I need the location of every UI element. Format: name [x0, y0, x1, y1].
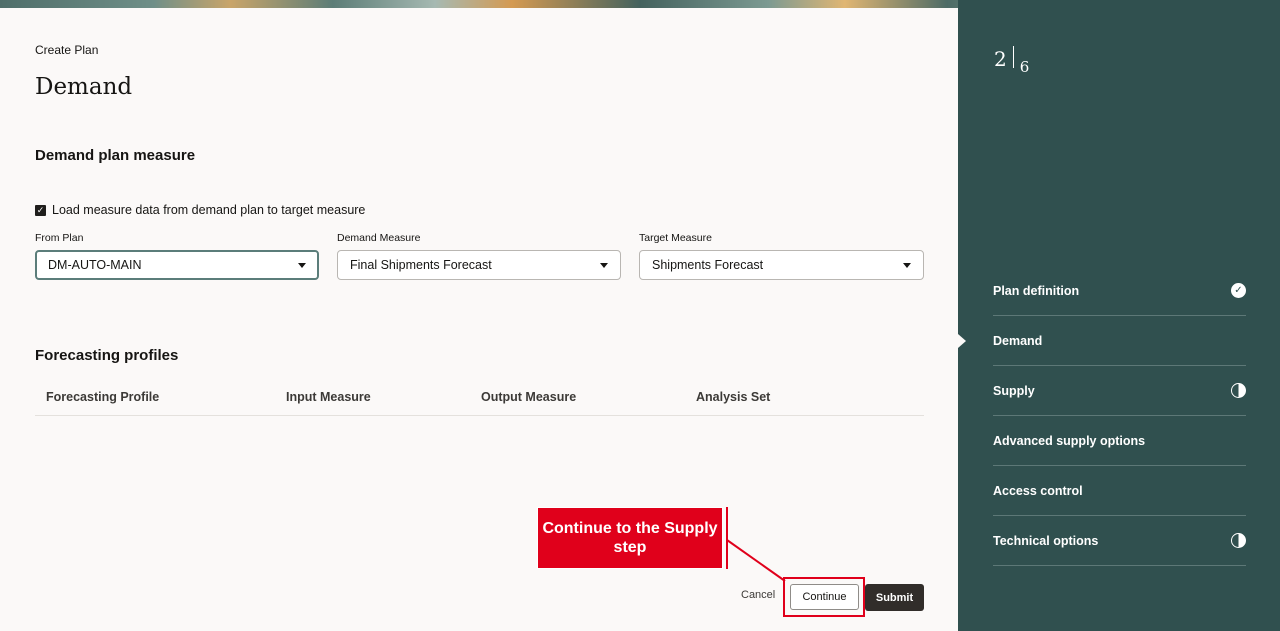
step-advanced-supply-options[interactable]: Advanced supply options [993, 416, 1246, 466]
submit-button[interactable]: Submit [865, 584, 924, 611]
callout-annotation: Continue to the Supply step [537, 507, 723, 569]
forecasting-profiles-table-header: Forecasting Profile Input Measure Output… [35, 384, 924, 416]
load-measure-checkbox-row[interactable]: ✓ Load measure data from demand plan to … [35, 203, 365, 217]
chevron-down-icon [298, 262, 306, 268]
step-demand[interactable]: Demand [958, 316, 1246, 366]
from-plan-label: From Plan [35, 232, 84, 244]
check-circle-icon: ✓ [1231, 283, 1246, 298]
column-header-input-measure[interactable]: Input Measure [286, 390, 371, 404]
demand-measure-label: Demand Measure [337, 232, 421, 244]
chevron-down-icon [903, 262, 911, 268]
main-content: Create Plan Demand Demand plan measure ✓… [0, 8, 958, 631]
column-header-forecasting-profile[interactable]: Forecasting Profile [46, 390, 159, 404]
step-separator [1012, 46, 1014, 68]
cancel-button[interactable]: Cancel [735, 583, 781, 607]
breadcrumb: Create Plan [35, 43, 99, 57]
step-label: Supply [993, 383, 1035, 398]
half-circle-icon [1231, 533, 1246, 548]
from-plan-select[interactable]: DM-AUTO-MAIN [35, 250, 319, 280]
demand-measure-value: Final Shipments Forecast [350, 258, 492, 272]
half-circle-icon [1231, 383, 1246, 398]
callout-accent-bar [726, 507, 728, 569]
step-supply[interactable]: Supply [993, 366, 1246, 416]
load-measure-checkbox-label: Load measure data from demand plan to ta… [52, 203, 366, 217]
target-measure-select[interactable]: Shipments Forecast [639, 250, 924, 280]
column-header-analysis-set[interactable]: Analysis Set [696, 390, 770, 404]
step-label: Advanced supply options [993, 433, 1146, 448]
step-label: Access control [993, 483, 1083, 498]
current-step-number: 2 [994, 47, 1007, 71]
forecasting-profiles-heading: Forecasting profiles [35, 347, 179, 364]
step-technical-options[interactable]: Technical options [993, 516, 1246, 566]
demand-measure-select[interactable]: Final Shipments Forecast [337, 250, 621, 280]
column-header-output-measure[interactable]: Output Measure [481, 390, 576, 404]
step-label: Demand [993, 333, 1043, 348]
from-plan-value: DM-AUTO-MAIN [48, 258, 142, 272]
page-title: Demand [35, 74, 133, 100]
step-plan-definition[interactable]: Plan definition ✓ [993, 266, 1246, 316]
demand-plan-measure-heading: Demand plan measure [35, 147, 196, 164]
target-measure-value: Shipments Forecast [652, 258, 764, 272]
continue-highlight-box [783, 577, 865, 617]
step-label: Technical options [993, 533, 1099, 548]
step-counter: 26 [994, 46, 1029, 76]
load-measure-checkbox[interactable]: ✓ [35, 204, 46, 216]
step-access-control[interactable]: Access control [993, 466, 1246, 516]
target-measure-label: Target Measure [639, 232, 712, 244]
current-step-pointer-icon [958, 334, 966, 348]
step-list: Plan definition ✓ Demand Supply Advanced… [958, 266, 1246, 566]
total-steps-number: 6 [1019, 58, 1030, 76]
step-label: Plan definition [993, 283, 1080, 298]
progress-side-panel: 26 Plan definition ✓ Demand Supply Advan… [958, 0, 1280, 631]
chevron-down-icon [600, 262, 608, 268]
